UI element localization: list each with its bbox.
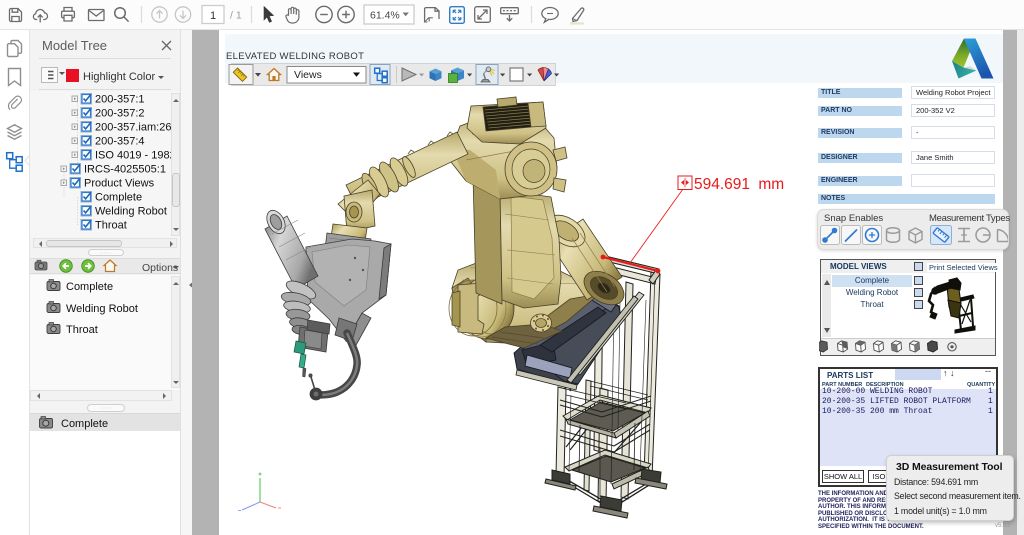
svg-text:/ 1: / 1	[230, 10, 242, 22]
svg-text:61.4%: 61.4%	[370, 10, 400, 22]
svg-text:594.691 mm: 594.691 mm	[694, 176, 784, 193]
svg-text:200-357:1: 200-357:1	[95, 94, 145, 106]
svg-text:Throat: Throat	[95, 220, 127, 232]
svg-text:1: 1	[210, 10, 216, 22]
svg-text:200-357.iam:26: 200-357.iam:26	[95, 122, 171, 134]
svg-text:Complete: Complete	[95, 192, 142, 204]
svg-text:Welding Robot: Welding Robot	[95, 206, 167, 218]
svg-text:Throat: Throat	[66, 324, 98, 336]
svg-text:ISO 4019 - 1982 100: ISO 4019 - 1982 100	[95, 150, 180, 162]
svg-text:200-357:2: 200-357:2	[95, 108, 145, 120]
svg-text:Product Views: Product Views	[84, 178, 155, 190]
svg-text:200-357:4: 200-357:4	[95, 136, 145, 148]
svg-text:Welding Robot: Welding Robot	[66, 303, 138, 315]
svg-text:Complete: Complete	[66, 281, 113, 293]
svg-text:IRCS-4025505:1: IRCS-4025505:1	[84, 164, 166, 176]
